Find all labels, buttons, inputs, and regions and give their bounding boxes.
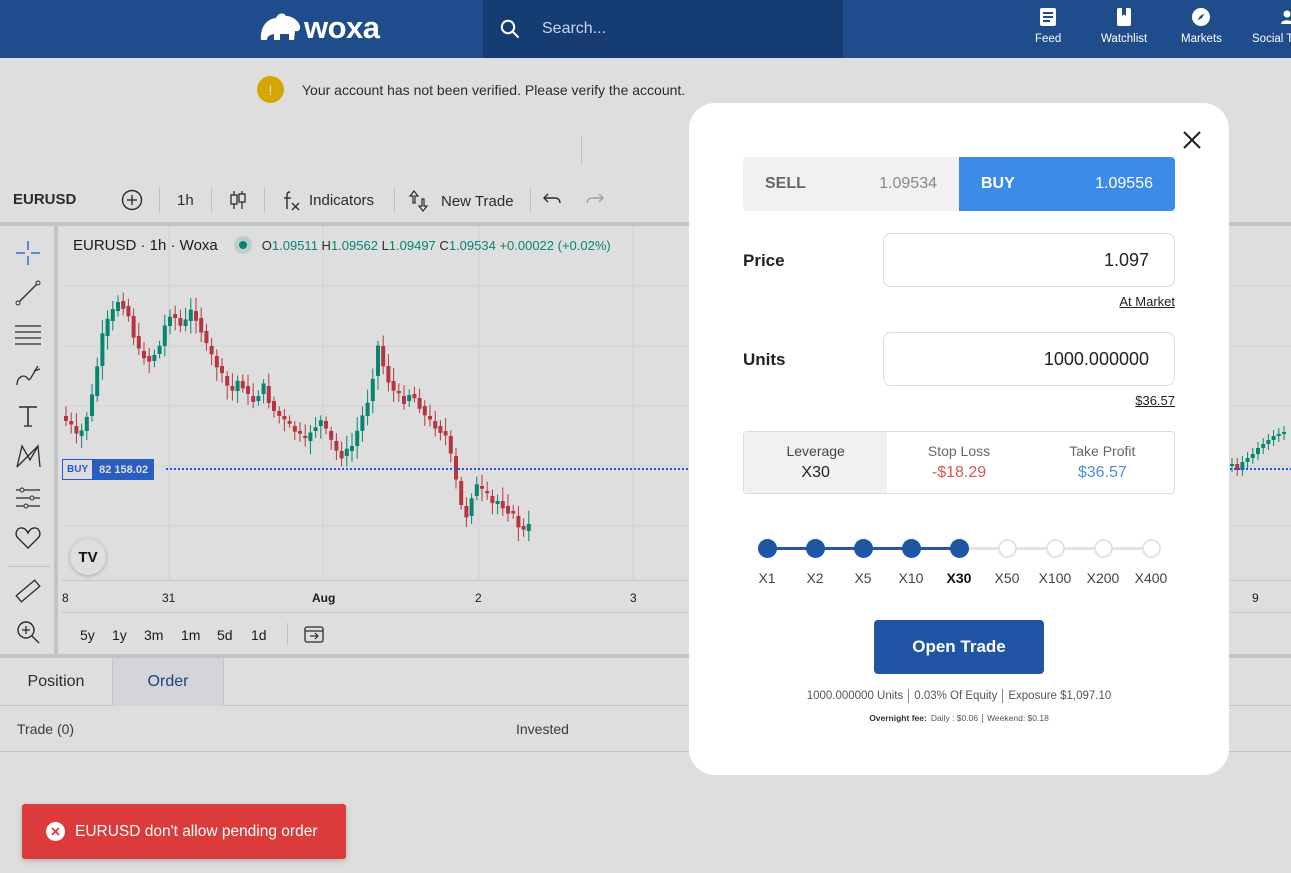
take-profit-tab[interactable]: Take Profit $36.57: [1031, 432, 1174, 493]
leverage-option-dot[interactable]: [853, 539, 873, 558]
leverage-tab[interactable]: Leverage X30: [744, 432, 888, 493]
units-input[interactable]: 1000.000000: [883, 332, 1175, 386]
nav-feed-label: Feed: [1035, 33, 1062, 45]
buy-button[interactable]: BUY 1.09556: [959, 157, 1175, 211]
logo[interactable]: woxa: [258, 9, 380, 47]
leverage-label: Leverage: [786, 443, 845, 459]
leverage-option-label[interactable]: X50: [995, 570, 1020, 586]
side-toggle: SELL 1.09534 BUY 1.09556: [743, 157, 1175, 211]
leverage-option-label[interactable]: X100: [1039, 570, 1072, 586]
fees-daily: Daily : $0.06: [930, 713, 979, 723]
leverage-value: X30: [801, 464, 830, 481]
nav-markets-label: Markets: [1181, 33, 1222, 45]
logo-text: woxa: [304, 10, 380, 45]
stop-loss-label: Stop Loss: [927, 443, 991, 459]
summary-exposure: Exposure $1,097.10: [1008, 690, 1112, 703]
summary-units: 1000.000000 Units: [806, 690, 904, 703]
compass-icon: [1192, 8, 1211, 26]
nav-markets[interactable]: Markets: [1181, 7, 1222, 45]
sell-label: SELL: [765, 175, 806, 192]
units-amount-link[interactable]: $36.57: [1135, 393, 1175, 408]
at-market-link[interactable]: At Market: [1119, 294, 1175, 309]
leverage-option-label[interactable]: X30: [947, 570, 972, 586]
leverage-option-dot[interactable]: [1093, 539, 1113, 558]
leverage-option-label[interactable]: X200: [1087, 570, 1120, 586]
leverage-slider[interactable]: X1 X2 X5 X10 X30 X50 X100 X200 X400: [743, 535, 1175, 595]
leverage-option-dot[interactable]: [997, 539, 1017, 558]
leverage-option-dot[interactable]: [1045, 539, 1065, 558]
leverage-option-dot[interactable]: [949, 539, 969, 558]
take-profit-value: $36.57: [1077, 464, 1127, 481]
leverage-option-label[interactable]: X1: [758, 570, 775, 586]
trade-modal: SELL 1.09534 BUY 1.09556 Price 1.097 At …: [689, 103, 1229, 775]
nav-feed[interactable]: Feed: [1035, 7, 1061, 45]
search-bar[interactable]: [483, 0, 843, 58]
price-input[interactable]: 1.097: [883, 233, 1175, 287]
nav-social[interactable]: Social T: [1252, 7, 1291, 45]
users-icon: [1281, 10, 1291, 24]
close-icon[interactable]: [1180, 128, 1204, 152]
nav-social-label: Social T: [1252, 33, 1291, 45]
fees-label: Overnight fee:: [869, 713, 927, 723]
error-toast[interactable]: EURUSD don't allow pending order: [22, 804, 346, 859]
leverage-option-label[interactable]: X10: [899, 570, 924, 586]
trade-summary: 1000.000000 Units 0.03% Of Equity Exposure…: [689, 689, 1229, 703]
nav-watchlist-label: Watchlist: [1101, 33, 1148, 45]
leverage-option-label[interactable]: X400: [1135, 570, 1168, 586]
nav-watchlist[interactable]: Watchlist: [1101, 7, 1147, 45]
leverage-option-dot[interactable]: [805, 539, 825, 558]
bear-logo-icon: [260, 13, 301, 40]
fees-weekend: Weekend: $0.18: [987, 713, 1049, 723]
buy-label: BUY: [981, 175, 1015, 192]
buy-price: 1.09556: [1095, 175, 1153, 192]
overnight-fees: Overnight fee: Daily : $0.06 Weekend: $0.1…: [689, 713, 1229, 724]
summary-equity: 0.03% Of Equity: [914, 690, 998, 703]
leverage-option-dot[interactable]: [901, 539, 921, 558]
stop-loss-value: -$18.29: [931, 464, 987, 481]
search-icon: [500, 19, 519, 38]
search-input[interactable]: [542, 20, 822, 38]
bookmark-icon: [1117, 8, 1132, 26]
units-label: Units: [743, 350, 786, 369]
trade-params: Leverage X30 Stop Loss -$18.29 Take Prof…: [743, 431, 1175, 494]
open-trade-button[interactable]: Open Trade: [874, 620, 1044, 674]
stop-loss-tab[interactable]: Stop Loss -$18.29: [887, 432, 1030, 493]
leverage-option-dot[interactable]: [757, 539, 777, 558]
sell-button[interactable]: SELL 1.09534: [743, 157, 959, 211]
price-label: Price: [743, 251, 785, 270]
error-icon: [46, 822, 65, 841]
sell-price: 1.09534: [879, 175, 937, 192]
leverage-option-dot[interactable]: [1141, 539, 1161, 558]
leverage-option-label[interactable]: X5: [854, 570, 871, 586]
feed-icon: [1040, 8, 1057, 26]
leverage-option-label[interactable]: X2: [806, 570, 823, 586]
toast-message: EURUSD don't allow pending order: [75, 822, 318, 840]
top-header: woxa Feed Watchlist Markets Social T: [0, 0, 1291, 58]
take-profit-label: Take Profit: [1069, 443, 1136, 459]
